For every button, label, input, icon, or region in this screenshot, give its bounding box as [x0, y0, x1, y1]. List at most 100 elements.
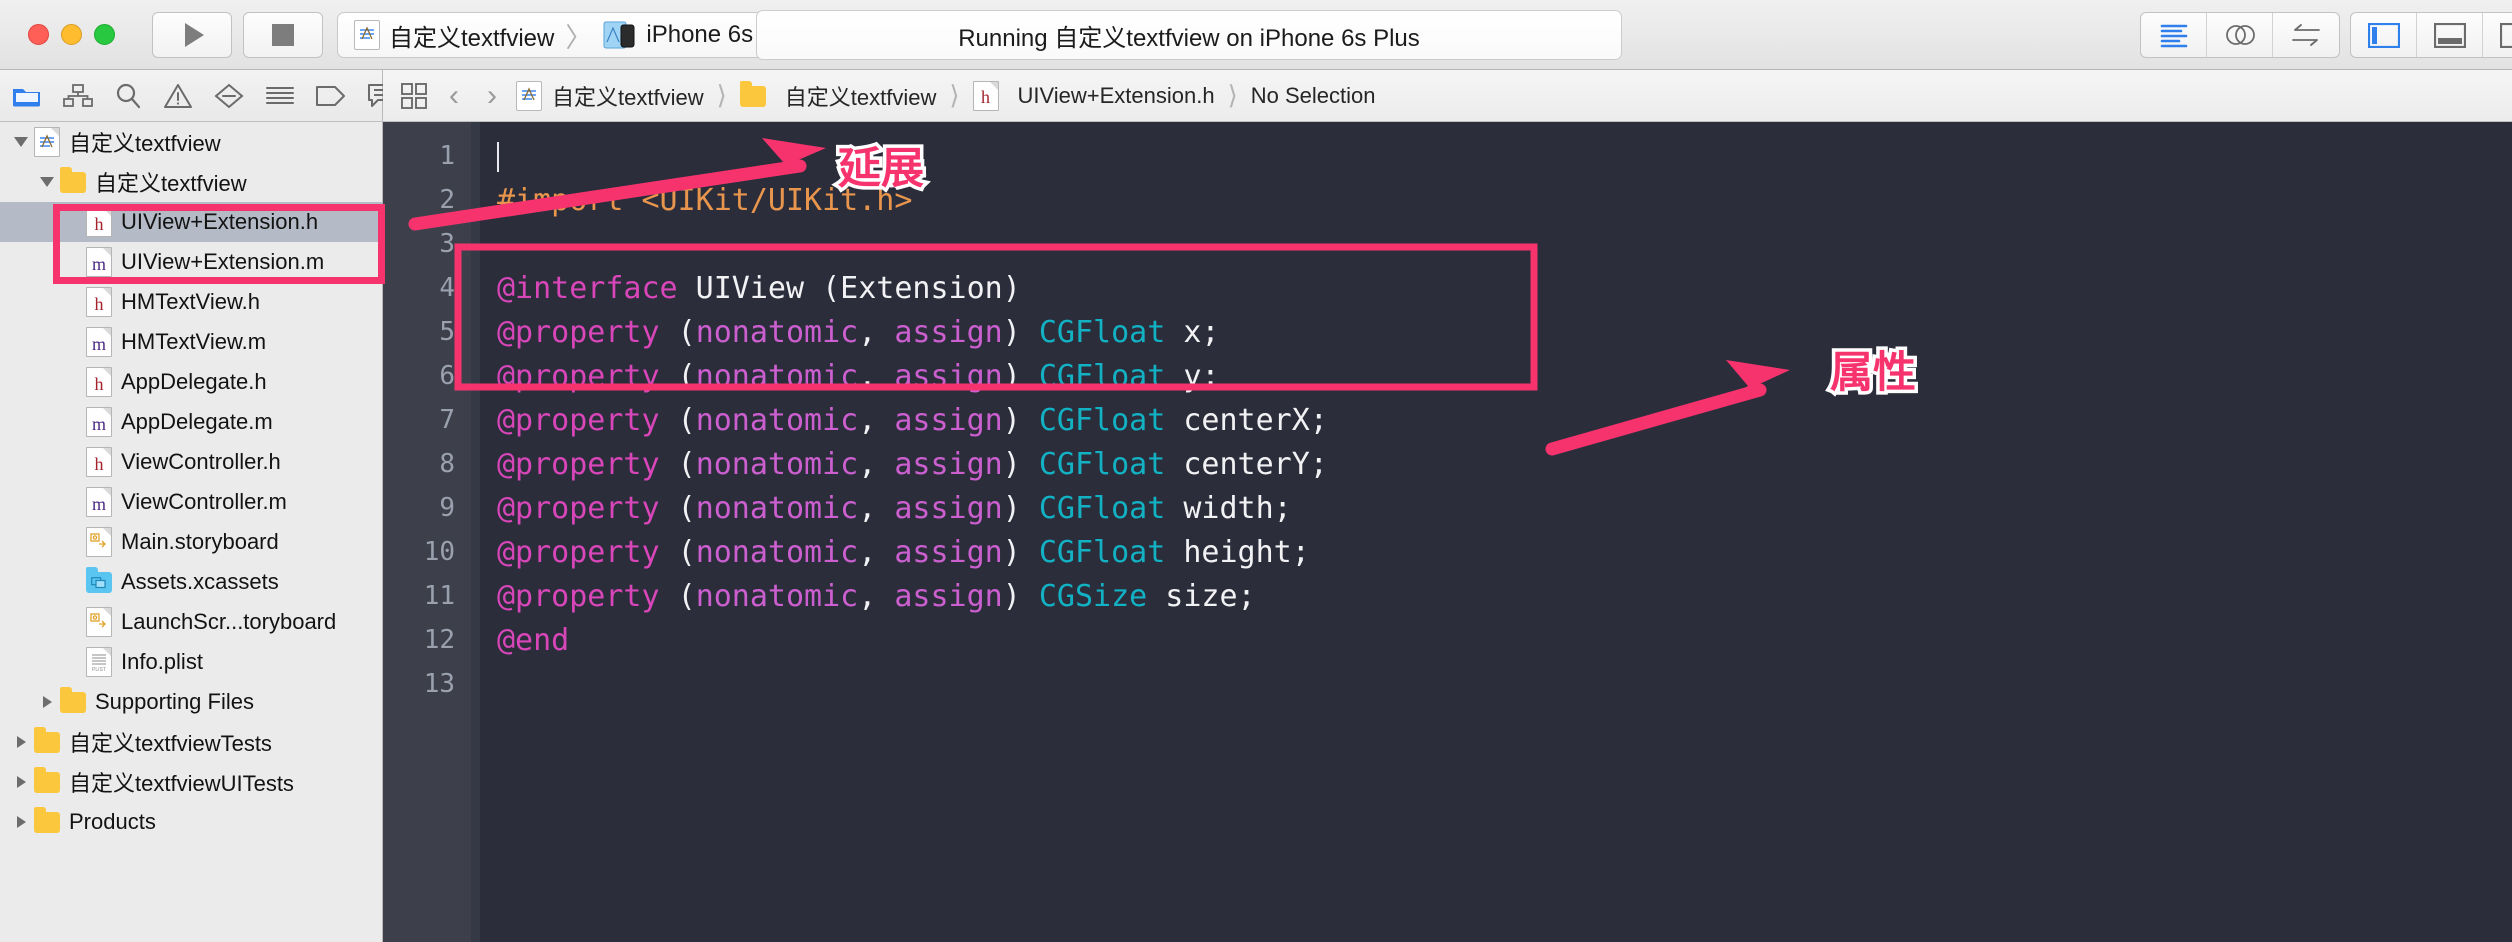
code-token: x;: [1165, 314, 1220, 350]
code-line[interactable]: 3: [383, 222, 2512, 266]
navigator-row[interactable]: m HMTextView.m: [0, 322, 382, 362]
navigator-row[interactable]: PLIST Info.plist: [0, 642, 382, 682]
line-number: 5: [439, 317, 455, 347]
code-line[interactable]: 4 @interface UIView (Extension): [383, 266, 2512, 310]
workspace-view-toggles[interactable]: [2350, 12, 2512, 58]
navigator-row[interactable]: m UIView+Extension.m: [0, 242, 382, 282]
report-navigator-icon[interactable]: [265, 81, 295, 111]
navigator-row[interactable]: h ViewController.h: [0, 442, 382, 482]
code-line[interactable]: 10 @property (nonatomic, assign) CGFloat …: [383, 530, 2512, 574]
breadcrumb-item-project[interactable]: 自定义textfview: [552, 80, 704, 112]
navigator-row[interactable]: Products: [0, 802, 382, 842]
run-button[interactable]: [152, 12, 232, 58]
code-line[interactable]: 8 @property (nonatomic, assign) CGFloat c…: [383, 442, 2512, 486]
close-button[interactable]: [28, 24, 49, 45]
utilities-toggle-icon[interactable]: [2483, 13, 2512, 57]
code-token: assign: [894, 446, 1003, 482]
code-line[interactable]: 9 @property (nonatomic, assign) CGFloat w…: [383, 486, 2512, 530]
issue-navigator-icon[interactable]: [163, 81, 193, 111]
code-token: CGFloat: [1038, 534, 1166, 570]
navigator-row[interactable]: m AppDelegate.m: [0, 402, 382, 442]
code-content[interactable]: 1 2 #import <UIKit/UIKit.h> 3 4 @interface UI…: [383, 134, 2512, 706]
tag-icon[interactable]: [316, 81, 346, 111]
breadcrumb-item-selection[interactable]: No Selection: [1251, 83, 1376, 109]
code-token: @property: [497, 534, 660, 570]
code-line[interactable]: 11 @property (nonatomic, assign) CGSize s…: [383, 574, 2512, 618]
zoom-button[interactable]: [94, 24, 115, 45]
stop-icon: [272, 24, 294, 46]
code-line[interactable]: 2 #import <UIKit/UIKit.h>: [383, 178, 2512, 222]
navigator-row[interactable]: 自定义textfview: [0, 122, 382, 162]
navigator-row[interactable]: 自定义textfviewTests: [0, 722, 382, 762]
navigator-toggle-icon[interactable]: [2351, 13, 2417, 57]
title-bar: 自定义textfview 〉 iPhone 6s Plus Running 自定…: [0, 0, 2512, 70]
code-token: assign: [894, 490, 1003, 526]
disclosure-triangle-closed[interactable]: [8, 736, 34, 748]
related-items-icon[interactable]: [397, 81, 430, 111]
chevron-right-icon: [16, 736, 26, 748]
code-line[interactable]: 1: [383, 134, 2512, 178]
debug-area-toggle-icon[interactable]: [2417, 13, 2483, 57]
disclosure-triangle-closed[interactable]: [8, 776, 34, 788]
code-line-text: [471, 139, 499, 174]
scheme-selector[interactable]: 自定义textfview 〉 iPhone 6s Plus: [337, 12, 824, 58]
breadcrumb-item-group[interactable]: 自定义textfview: [785, 80, 937, 112]
navigator-row-label: HMTextView.m: [121, 329, 267, 354]
code-token: (: [659, 578, 696, 614]
project-navigator-icon[interactable]: [12, 81, 42, 111]
source-file-icon: m: [86, 487, 112, 517]
code-line[interactable]: 5 @property (nonatomic, assign) CGFloat x…: [383, 310, 2512, 354]
disclosure-triangle-closed[interactable]: [34, 696, 60, 708]
navigator-row[interactable]: Assets.xcassets: [0, 562, 382, 602]
navigator-row[interactable]: LaunchScr...toryboard: [0, 602, 382, 642]
disclosure-triangle-open[interactable]: [34, 177, 60, 187]
navigator-row[interactable]: m ViewController.m: [0, 482, 382, 522]
navigator-row[interactable]: h UIView+Extension.h: [0, 202, 382, 242]
navigator-row[interactable]: Supporting Files: [0, 682, 382, 722]
code-line[interactable]: 6 @property (nonatomic, assign) CGFloat y…: [383, 354, 2512, 398]
disclosure-triangle-open[interactable]: [8, 137, 34, 147]
code-token: CGFloat: [1038, 358, 1166, 394]
code-line[interactable]: 12 @end: [383, 618, 2512, 662]
stop-button[interactable]: [243, 12, 323, 58]
find-navigator-icon[interactable]: [114, 81, 142, 111]
source-file-icon: m: [86, 327, 112, 357]
navigator-row[interactable]: h AppDelegate.h: [0, 362, 382, 402]
back-button[interactable]: ‹: [440, 79, 468, 113]
code-line[interactable]: 13: [383, 662, 2512, 706]
source-editor[interactable]: 1 2 #import <UIKit/UIKit.h> 3 4 @interface UI…: [383, 122, 2512, 942]
standard-editor-icon[interactable]: [2141, 13, 2207, 57]
navigator-row[interactable]: h HMTextView.h: [0, 282, 382, 322]
line-number: 10: [423, 537, 455, 567]
code-token: assign: [894, 402, 1003, 438]
chevron-right-icon: ⟩: [1227, 80, 1238, 110]
code-token: CGFloat: [1038, 446, 1166, 482]
line-number: 7: [439, 405, 455, 435]
code-line[interactable]: 7 @property (nonatomic, assign) CGFloat c…: [383, 398, 2512, 442]
project-navigator[interactable]: 自定义textfview 自定义textfview h UIView+Extensio…: [0, 122, 383, 942]
navigator-row[interactable]: 自定义textfview: [0, 162, 382, 202]
code-line-text: @interface UIView (Extension): [471, 271, 1021, 306]
folder-icon: [34, 767, 60, 797]
code-token: CGFloat: [1038, 490, 1166, 526]
navigator-row[interactable]: 自定义textfviewUITests: [0, 762, 382, 802]
code-token: (: [659, 534, 696, 570]
minimize-button[interactable]: [61, 24, 82, 45]
test-navigator-icon[interactable]: [214, 81, 244, 111]
storyboard-icon: [86, 607, 112, 637]
code-token: ): [1002, 358, 1039, 394]
code-line-text: @end: [471, 623, 569, 658]
editor-mode-segmented-control[interactable]: [2140, 12, 2340, 58]
source-file-icon: m: [86, 247, 112, 277]
code-token: @interface: [497, 270, 678, 306]
symbol-navigator-icon[interactable]: [63, 81, 93, 111]
navigator-row[interactable]: Main.storyboard: [0, 522, 382, 562]
assistant-editor-icon[interactable]: [2207, 13, 2273, 57]
navigator-row-label: AppDelegate.h: [121, 369, 267, 394]
code-token: assign: [894, 314, 1003, 350]
forward-button[interactable]: ›: [478, 79, 506, 113]
version-editor-icon[interactable]: [2273, 13, 2339, 57]
disclosure-triangle-closed[interactable]: [8, 816, 34, 828]
navigator-row-label: HMTextView.h: [121, 289, 260, 314]
breadcrumb-item-file[interactable]: UIView+Extension.h: [1018, 83, 1215, 109]
